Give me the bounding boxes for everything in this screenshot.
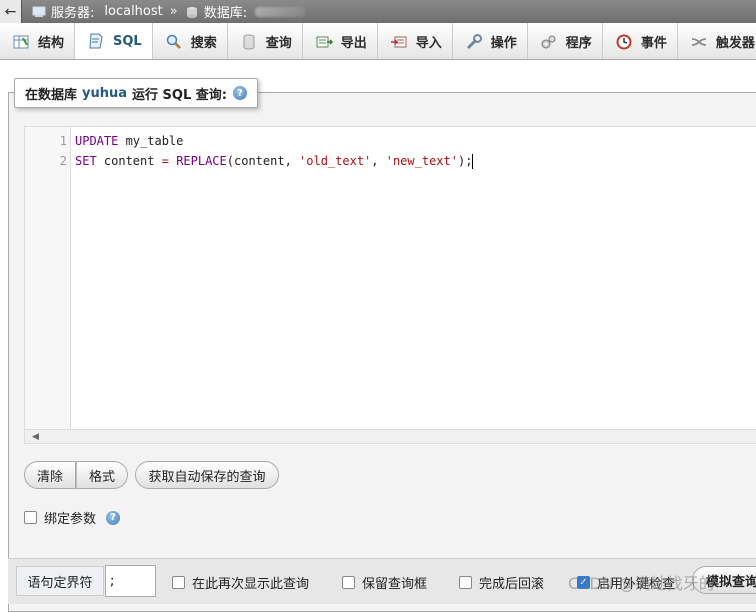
line-number: 1 (59, 134, 67, 148)
tab-routines[interactable]: 程序 (528, 23, 603, 59)
delimiter-label: 语句定界符 (16, 566, 104, 596)
tab-label: 程序 (565, 36, 592, 51)
retain-query-box-label: 保留查询框 (362, 577, 428, 592)
breadcrumb-separator: » (169, 4, 178, 19)
title-prefix: 在数据库 (25, 87, 78, 103)
rollback-option[interactable]: 完成后回滚 (459, 573, 544, 592)
database-label: 数据库: (203, 6, 248, 21)
tab-export[interactable]: 导出 (303, 23, 378, 59)
tab-events[interactable]: 事件 (603, 23, 678, 59)
tab-label: 搜索 (190, 36, 217, 51)
line-number: 2 (59, 154, 67, 168)
rollback-label: 完成后回滚 (479, 577, 545, 592)
format-button[interactable]: 格式 (76, 461, 128, 489)
tab-label: 导入 (415, 36, 442, 51)
show-query-again-label: 在此再次显示此查询 (192, 577, 310, 592)
back-arrow-icon[interactable]: ← (0, 0, 22, 23)
scroll-left-icon[interactable]: ◀ (32, 432, 39, 442)
tab-sql[interactable]: SQL (75, 23, 153, 59)
tab-structure[interactable]: 结构 (0, 23, 76, 59)
export-icon (316, 36, 333, 47)
tab-label: 操作 (490, 36, 517, 51)
editor-button-group: 清除 格式 (24, 461, 128, 489)
server-label: 服务器: (51, 6, 95, 21)
title-suffix: 运行 SQL 查询: (132, 87, 227, 103)
sql-code[interactable]: UPDATE my_table SET content = REPLACE(co… (71, 127, 474, 429)
code-line-1: UPDATE my_table (75, 134, 184, 148)
events-icon (616, 34, 632, 49)
show-query-again-checkbox[interactable] (172, 576, 185, 589)
tab-label: SQL (113, 33, 142, 49)
tab-label: 查询 (265, 36, 292, 51)
tab-label: 触发器 (715, 36, 755, 51)
tab-bar: 结构 SQL 搜索 查询 导出 导入 操作 程序 事件 触发器 (0, 23, 756, 60)
bind-parameters-checkbox[interactable] (24, 511, 37, 524)
database-name: yuhua (82, 85, 128, 101)
query-icon (243, 34, 255, 49)
tab-query[interactable]: 查询 (228, 23, 303, 59)
tab-label: 事件 (640, 36, 667, 51)
tab-search[interactable]: 搜索 (153, 23, 228, 59)
tab-label: 导出 (340, 36, 367, 51)
get-autosaved-query-button[interactable]: 获取自动保存的查询 (135, 461, 279, 489)
help-icon[interactable]: ? (232, 86, 247, 100)
tab-operations[interactable]: 操作 (453, 23, 528, 59)
query-box-title: 在数据库 yuhua 运行 SQL 查询: ? (14, 78, 258, 108)
line-number-gutter: 1 2 (25, 127, 71, 429)
search-icon (166, 34, 181, 49)
tab-triggers[interactable]: 触发器 (678, 23, 756, 59)
breadcrumb: ← 服务器: localhost » 数据库: (0, 0, 756, 23)
tab-label: 结构 (38, 36, 65, 51)
editor-horizontal-scrollbar[interactable]: ◀ (24, 430, 756, 444)
routines-icon (541, 35, 556, 48)
retain-query-box-checkbox[interactable] (342, 576, 355, 589)
server-link[interactable]: localhost (104, 4, 162, 19)
import-icon (390, 36, 407, 47)
database-name-redacted[interactable] (255, 6, 306, 17)
help-icon[interactable]: ? (106, 510, 121, 525)
rollback-checkbox[interactable] (459, 576, 472, 589)
text-cursor (472, 154, 474, 169)
retain-query-box-option[interactable]: 保留查询框 (342, 573, 427, 592)
code-line-2: SET content = REPLACE(content, 'old_text… (75, 154, 474, 169)
tab-import[interactable]: 导入 (378, 23, 453, 59)
operations-icon (466, 33, 482, 49)
database-icon (186, 6, 197, 18)
server-icon (32, 6, 46, 17)
simulate-query-button[interactable]: 模拟查询 (692, 566, 756, 594)
structure-icon (13, 35, 29, 48)
triggers-icon (691, 37, 706, 46)
foreign-key-checks-checkbox[interactable]: ✓ (577, 576, 590, 589)
bind-parameters-label: 绑定参数 (44, 512, 97, 527)
delimiter-input[interactable] (105, 565, 156, 597)
foreign-key-checks-option[interactable]: ✓ 启用外键检查 (577, 573, 675, 592)
clear-button[interactable]: 清除 (24, 461, 76, 489)
bind-parameters-option[interactable]: 绑定参数 ? (24, 508, 121, 527)
sql-icon (89, 33, 103, 49)
sql-editor[interactable]: 1 2 UPDATE my_table SET content = REPLAC… (24, 126, 756, 430)
foreign-key-checks-label: 启用外键检查 (597, 577, 676, 592)
show-query-again-option[interactable]: 在此再次显示此查询 (172, 573, 309, 592)
